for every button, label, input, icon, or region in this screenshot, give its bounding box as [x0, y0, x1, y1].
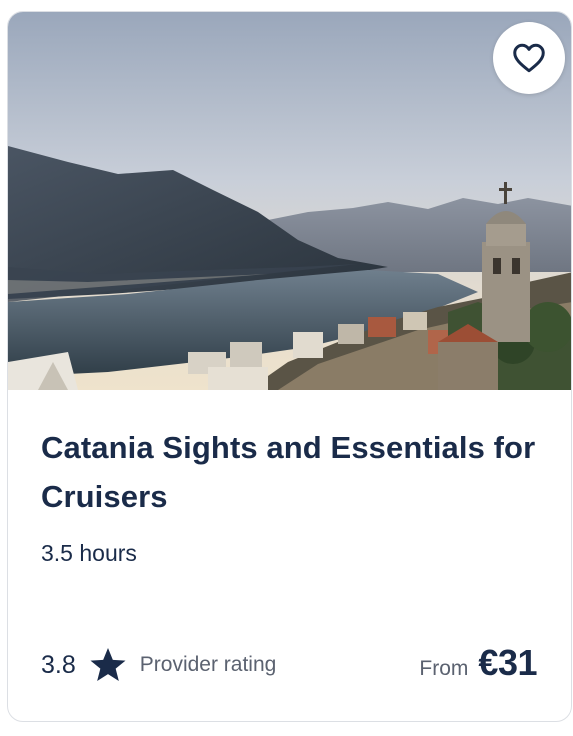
activity-title[interactable]: Catania Sights and Essentials for Cruise…	[41, 423, 541, 521]
provider-rating: 3.8 Provider rating	[41, 645, 276, 685]
price-value: €31	[478, 642, 537, 683]
heart-outline-icon	[513, 43, 545, 73]
price: From €31	[419, 642, 537, 688]
activity-image[interactable]	[8, 12, 571, 390]
activity-card[interactable]: Catania Sights and Essentials for Cruise…	[7, 11, 572, 722]
favorite-button[interactable]	[493, 22, 565, 94]
star-icon	[90, 648, 126, 681]
rating-label: Provider rating	[139, 653, 277, 676]
price-prefix: From	[419, 657, 469, 680]
activity-duration: 3.5 hours	[41, 540, 137, 566]
rating-value: 3.8	[41, 650, 76, 679]
